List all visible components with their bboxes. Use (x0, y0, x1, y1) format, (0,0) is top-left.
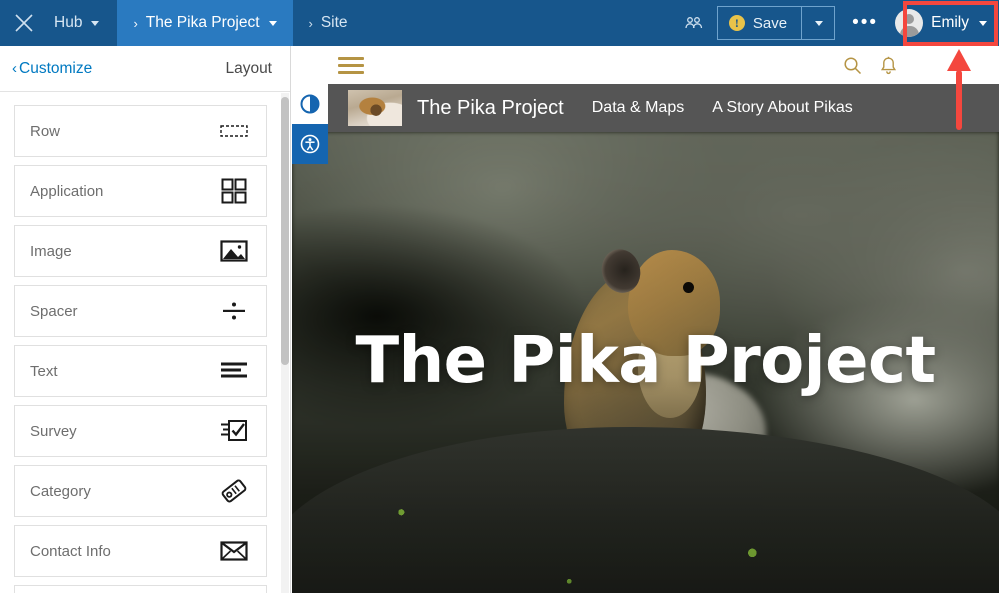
hamburger-bar (338, 70, 364, 74)
chevron-right-icon: › (133, 15, 138, 31)
site-utility-icons (843, 56, 983, 75)
save-button-group[interactable]: ! Save (716, 6, 836, 40)
layout-card-label: Survey (30, 422, 77, 440)
site-title: The Pika Project (417, 96, 564, 119)
hub-top-bar: Hub › The Pika Project › Site ! Save •••… (0, 0, 999, 46)
more-dots-icon: ••• (852, 12, 879, 33)
save-button-label: Save (752, 14, 788, 32)
close-button[interactable] (0, 0, 48, 46)
nav-link-data-and-maps[interactable]: Data & Maps (592, 99, 684, 117)
sidebar-header: ‹ Customize Layout (0, 46, 290, 92)
collaborators-button[interactable] (671, 0, 717, 46)
people-icon (685, 17, 703, 29)
search-icon[interactable] (843, 56, 862, 75)
chevron-down-icon (91, 20, 100, 26)
breadcrumb-site-label: Site (320, 14, 348, 31)
user-menu-emily[interactable]: Emily (887, 0, 999, 46)
nav-link-a-story-about-pikas[interactable]: A Story About Pikas (712, 99, 853, 117)
accessibility-button[interactable] (292, 124, 328, 164)
layout-card-label: Contact Info (30, 542, 111, 560)
topbar-actions: ! Save ••• Emily (671, 0, 999, 46)
breadcrumb-hub-label: Hub (54, 14, 83, 31)
breadcrumb-project-label: The Pika Project (145, 14, 260, 31)
back-to-customize-button[interactable]: ‹ Customize (12, 60, 92, 78)
chevron-down-icon (268, 20, 277, 26)
breadcrumb-site[interactable]: › Site (293, 0, 364, 46)
image-icon (218, 235, 250, 267)
hamburger-bar (338, 63, 364, 67)
chevron-right-icon: › (308, 15, 313, 31)
site-utility-strip (292, 46, 999, 84)
caret-down-icon (979, 20, 987, 26)
accessibility-person-icon (300, 134, 320, 154)
layout-card-row[interactable]: Row (14, 105, 267, 157)
envelope-icon (218, 535, 250, 567)
hero-title: The Pika Project (355, 324, 936, 398)
contrast-toggle-button[interactable] (292, 84, 328, 124)
layout-sidebar: ‹ Customize Layout Row Application Image… (0, 46, 291, 593)
contrast-toggle-icon (300, 94, 320, 114)
layout-card-label: Category (30, 482, 91, 500)
breadcrumb-the-pika-project[interactable]: › The Pika Project (117, 0, 293, 46)
sidebar-scrollbar-thumb[interactable] (281, 97, 289, 365)
tag-icon (218, 475, 250, 507)
layout-card-list: Row Application Image Spacer Text Survey… (0, 93, 281, 593)
layout-card-label: Application (30, 182, 104, 200)
text-lines-icon (218, 355, 250, 387)
layout-card-text[interactable]: Text (14, 345, 267, 397)
warning-icon: ! (728, 15, 745, 31)
layout-card-label: Row (30, 122, 61, 140)
more-options-button[interactable]: ••• (843, 12, 887, 34)
layout-card-label: Text (30, 362, 58, 380)
hero-banner: The Pika Project (292, 132, 999, 593)
layout-card-image[interactable]: Image (14, 225, 267, 277)
grid-four-squares-icon (218, 175, 250, 207)
layout-card-contact-info[interactable]: Contact Info (14, 525, 267, 577)
close-icon (15, 14, 33, 32)
survey-checklist-icon (218, 415, 250, 447)
bell-icon[interactable] (880, 56, 897, 75)
chevron-down-icon (815, 20, 824, 26)
layout-card-category[interactable]: Category (14, 465, 267, 517)
app-root: Hub › The Pika Project › Site ! Save •••… (0, 0, 999, 593)
accessibility-toolbar (292, 84, 328, 164)
sidebar-scrollbar[interactable] (281, 93, 289, 593)
site-logo-thumbnail[interactable] (348, 90, 402, 126)
avatar (895, 9, 924, 37)
layout-card-survey[interactable]: Survey (14, 405, 267, 457)
back-to-customize-label: Customize (19, 59, 93, 77)
user-menu-label: Emily (931, 14, 969, 31)
layout-card-application[interactable]: Application (14, 165, 267, 217)
layout-card-spacer[interactable]: Spacer (14, 285, 267, 337)
save-button[interactable]: ! Save (718, 7, 801, 39)
row-dashed-icon (218, 115, 250, 147)
sidebar-panel-title: Layout (225, 59, 272, 77)
layout-card-label: Spacer (30, 302, 78, 320)
breadcrumb-hub[interactable]: Hub (48, 0, 117, 46)
spacer-divide-icon (218, 295, 250, 327)
hamburger-menu-icon[interactable] (338, 53, 364, 78)
chevron-left-icon: ‹ (12, 60, 17, 77)
site-preview: The Pika Project Data & Maps A Story Abo… (292, 46, 999, 593)
layout-card-label: Image (30, 242, 72, 260)
save-dropdown-button[interactable] (802, 7, 834, 39)
hamburger-bar (338, 56, 364, 60)
site-navigation-bar: The Pika Project Data & Maps A Story Abo… (292, 84, 999, 132)
layout-card-map[interactable]: Map (14, 585, 267, 593)
